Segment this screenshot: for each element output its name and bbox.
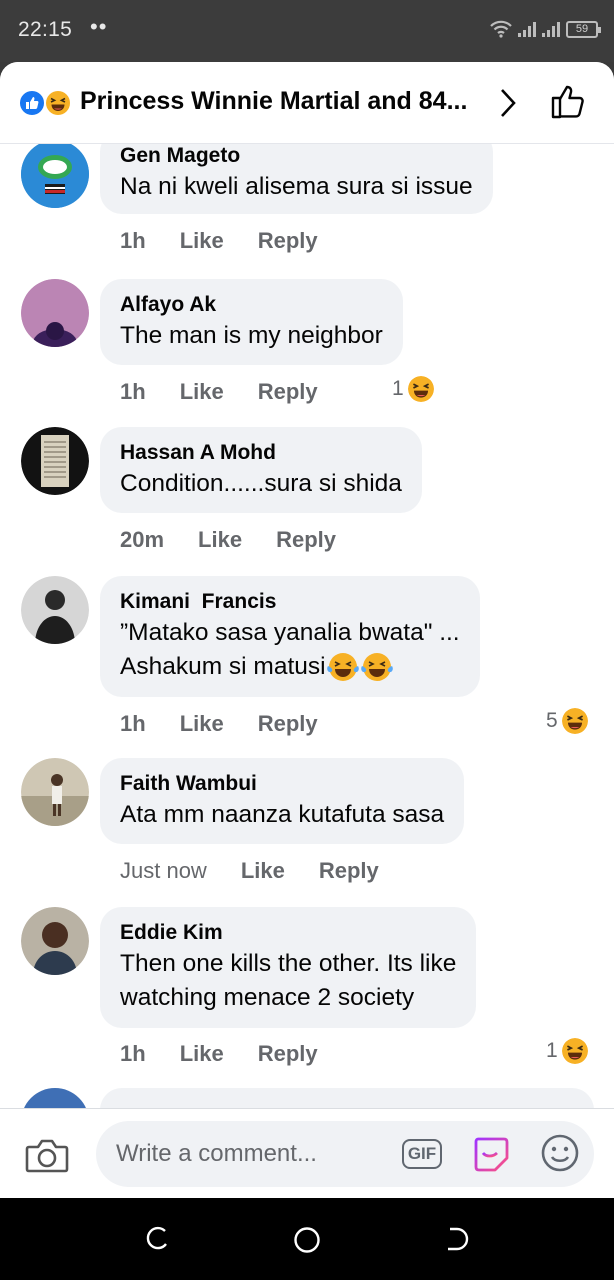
comment-bubble[interactable]: Alfayo Ak The man is my neighbor bbox=[100, 279, 403, 365]
comment-text: watching menace 2 society bbox=[120, 984, 415, 1011]
avatar[interactable] bbox=[21, 576, 89, 644]
like-button[interactable]: Like bbox=[241, 858, 285, 884]
avatar[interactable] bbox=[21, 758, 89, 826]
commenter-name[interactable]: Hassan A Mohd bbox=[120, 439, 402, 467]
screen: 22:15 •• 59 Princess Winnie Martial and … bbox=[0, 0, 614, 1280]
signal-icon bbox=[542, 21, 560, 37]
comment-item: Hassan A Mohd Condition......sura si shi… bbox=[0, 427, 614, 567]
comment-time: 1h bbox=[120, 228, 146, 253]
comment-bubble[interactable]: Gen Mageto Na ni kweli alisema sura si i… bbox=[100, 144, 493, 214]
comment-item: Kimani Francis ”Matako sasa yanalia bwat… bbox=[0, 576, 614, 746]
comment-time: 20m bbox=[120, 527, 165, 552]
comment-item: Faith Wambui Ata mm naanza kutafuta sasa… bbox=[0, 758, 614, 898]
comment-item: Gen Mageto Na ni kweli alisema sura si i… bbox=[0, 144, 614, 280]
like-button[interactable]: Like bbox=[180, 1041, 224, 1067]
comment-text-line: Ashakum si matusi bbox=[120, 650, 460, 684]
like-button[interactable]: Like bbox=[180, 379, 224, 405]
signal-icon bbox=[518, 21, 536, 37]
comment-text: Then one kills the other. Its like bbox=[120, 950, 457, 977]
commenter-name[interactable]: Eddie Kim bbox=[120, 919, 456, 947]
comment-actions: 1h Like Reply bbox=[120, 1041, 318, 1067]
comment-actions: 1h Like Reply bbox=[120, 228, 318, 254]
haha-icon bbox=[407, 376, 434, 402]
reactors-title[interactable]: Princess Winnie Martial and 84... bbox=[80, 87, 485, 116]
comment-actions: 1h Like Reply bbox=[120, 711, 318, 737]
commenter-name[interactable]: Faith Wambui bbox=[120, 770, 444, 798]
thumbs-up-icon[interactable] bbox=[548, 82, 588, 122]
recents-icon[interactable] bbox=[145, 1226, 171, 1252]
gif-button[interactable]: GIF bbox=[402, 1139, 442, 1169]
comment-item: Eddie Kim Then one kills the other. Its … bbox=[0, 907, 614, 1077]
comment-text: Na ni kweli alisema sura si issue bbox=[120, 173, 473, 200]
haha-icon bbox=[561, 1038, 588, 1064]
battery-icon: 59 bbox=[566, 20, 601, 38]
reply-button[interactable]: Reply bbox=[276, 527, 336, 553]
reaction-count-value: 5 bbox=[546, 709, 558, 732]
system-nav-bar bbox=[0, 1198, 614, 1280]
comment-time: Just now bbox=[120, 858, 207, 883]
haha-icon bbox=[561, 708, 588, 734]
avatar[interactable] bbox=[21, 1088, 89, 1109]
comment-composer: GIF bbox=[0, 1108, 614, 1198]
like-button[interactable]: Like bbox=[198, 527, 242, 553]
comment-item: Alfayo Ak The man is my neighbor 1h Like… bbox=[0, 279, 614, 419]
battery-level: 59 bbox=[575, 22, 589, 35]
haha-reaction-icon bbox=[44, 89, 72, 117]
comment-bubble[interactable]: Eddie Kim Then one kills the other. Its … bbox=[100, 907, 477, 1028]
comment-actions: Just now Like Reply bbox=[120, 858, 379, 884]
comment-bubble[interactable]: Faith Wambui Ata mm naanza kutafuta sasa bbox=[100, 758, 465, 844]
comment-time: 1h bbox=[120, 379, 146, 404]
like-button[interactable]: Like bbox=[180, 711, 224, 737]
reply-button[interactable]: Reply bbox=[258, 1041, 318, 1067]
comment-text: Ata mm naanza kutafuta sasa bbox=[120, 801, 445, 828]
comment-input[interactable] bbox=[96, 1121, 594, 1187]
avatar[interactable] bbox=[21, 907, 89, 975]
sticker-icon[interactable] bbox=[470, 1133, 512, 1175]
reply-button[interactable]: Reply bbox=[258, 228, 318, 254]
comment-bubble[interactable] bbox=[100, 1088, 594, 1109]
reaction-count-value: 1 bbox=[546, 1039, 558, 1062]
comment-text: The man is my neighbor bbox=[120, 322, 383, 349]
status-bar: 22:15 •• 59 bbox=[0, 0, 614, 62]
reaction-count[interactable]: 5 bbox=[546, 708, 588, 734]
comment-actions: 20m Like Reply bbox=[120, 527, 336, 553]
status-time: 22:15 bbox=[18, 18, 73, 41]
reactions-header[interactable]: Princess Winnie Martial and 84... bbox=[0, 62, 614, 144]
avatar[interactable] bbox=[21, 279, 89, 347]
commenter-name[interactable]: Kimani Francis bbox=[120, 588, 460, 616]
comments-sheet: Princess Winnie Martial and 84... Gen Ma… bbox=[0, 62, 614, 1198]
tears-of-joy-icon bbox=[326, 653, 359, 681]
commenter-name[interactable]: Alfayo Ak bbox=[120, 291, 383, 319]
camera-icon[interactable] bbox=[25, 1137, 69, 1175]
reply-button[interactable]: Reply bbox=[258, 711, 318, 737]
comment-text: ”Matako sasa yanalia bwata" ... bbox=[120, 619, 460, 646]
notification-dots: •• bbox=[90, 14, 108, 39]
comment-text: Ashakum si matusi bbox=[120, 653, 326, 680]
avatar[interactable] bbox=[21, 427, 89, 495]
commenter-name[interactable]: Gen Mageto bbox=[120, 144, 473, 170]
comment-actions: 1h Like Reply bbox=[120, 379, 318, 405]
avatar[interactable] bbox=[21, 144, 89, 208]
back-icon[interactable] bbox=[444, 1226, 470, 1252]
tears-of-joy-icon bbox=[360, 653, 393, 681]
reaction-count-value: 1 bbox=[392, 377, 404, 400]
reply-button[interactable]: Reply bbox=[319, 858, 379, 884]
wifi-icon bbox=[490, 20, 512, 38]
emoji-icon[interactable] bbox=[540, 1133, 580, 1173]
comment-bubble[interactable]: Hassan A Mohd Condition......sura si shi… bbox=[100, 427, 422, 513]
like-button[interactable]: Like bbox=[180, 228, 224, 254]
comments-list[interactable]: Gen Mageto Na ni kweli alisema sura si i… bbox=[0, 144, 614, 1109]
chevron-right-icon[interactable] bbox=[497, 86, 519, 120]
comment-bubble[interactable]: Kimani Francis ”Matako sasa yanalia bwat… bbox=[100, 576, 480, 697]
reaction-count[interactable]: 1 bbox=[546, 1038, 588, 1064]
comment-item-partial bbox=[0, 1088, 614, 1109]
comment-time: 1h bbox=[120, 1041, 146, 1066]
comment-text: Condition......sura si shida bbox=[120, 470, 402, 497]
comment-time: 1h bbox=[120, 711, 146, 736]
reaction-count[interactable]: 1 bbox=[392, 376, 434, 402]
status-icons: 59 bbox=[490, 20, 601, 38]
home-icon[interactable] bbox=[293, 1226, 321, 1254]
reply-button[interactable]: Reply bbox=[258, 379, 318, 405]
like-reaction-icon bbox=[18, 89, 46, 117]
